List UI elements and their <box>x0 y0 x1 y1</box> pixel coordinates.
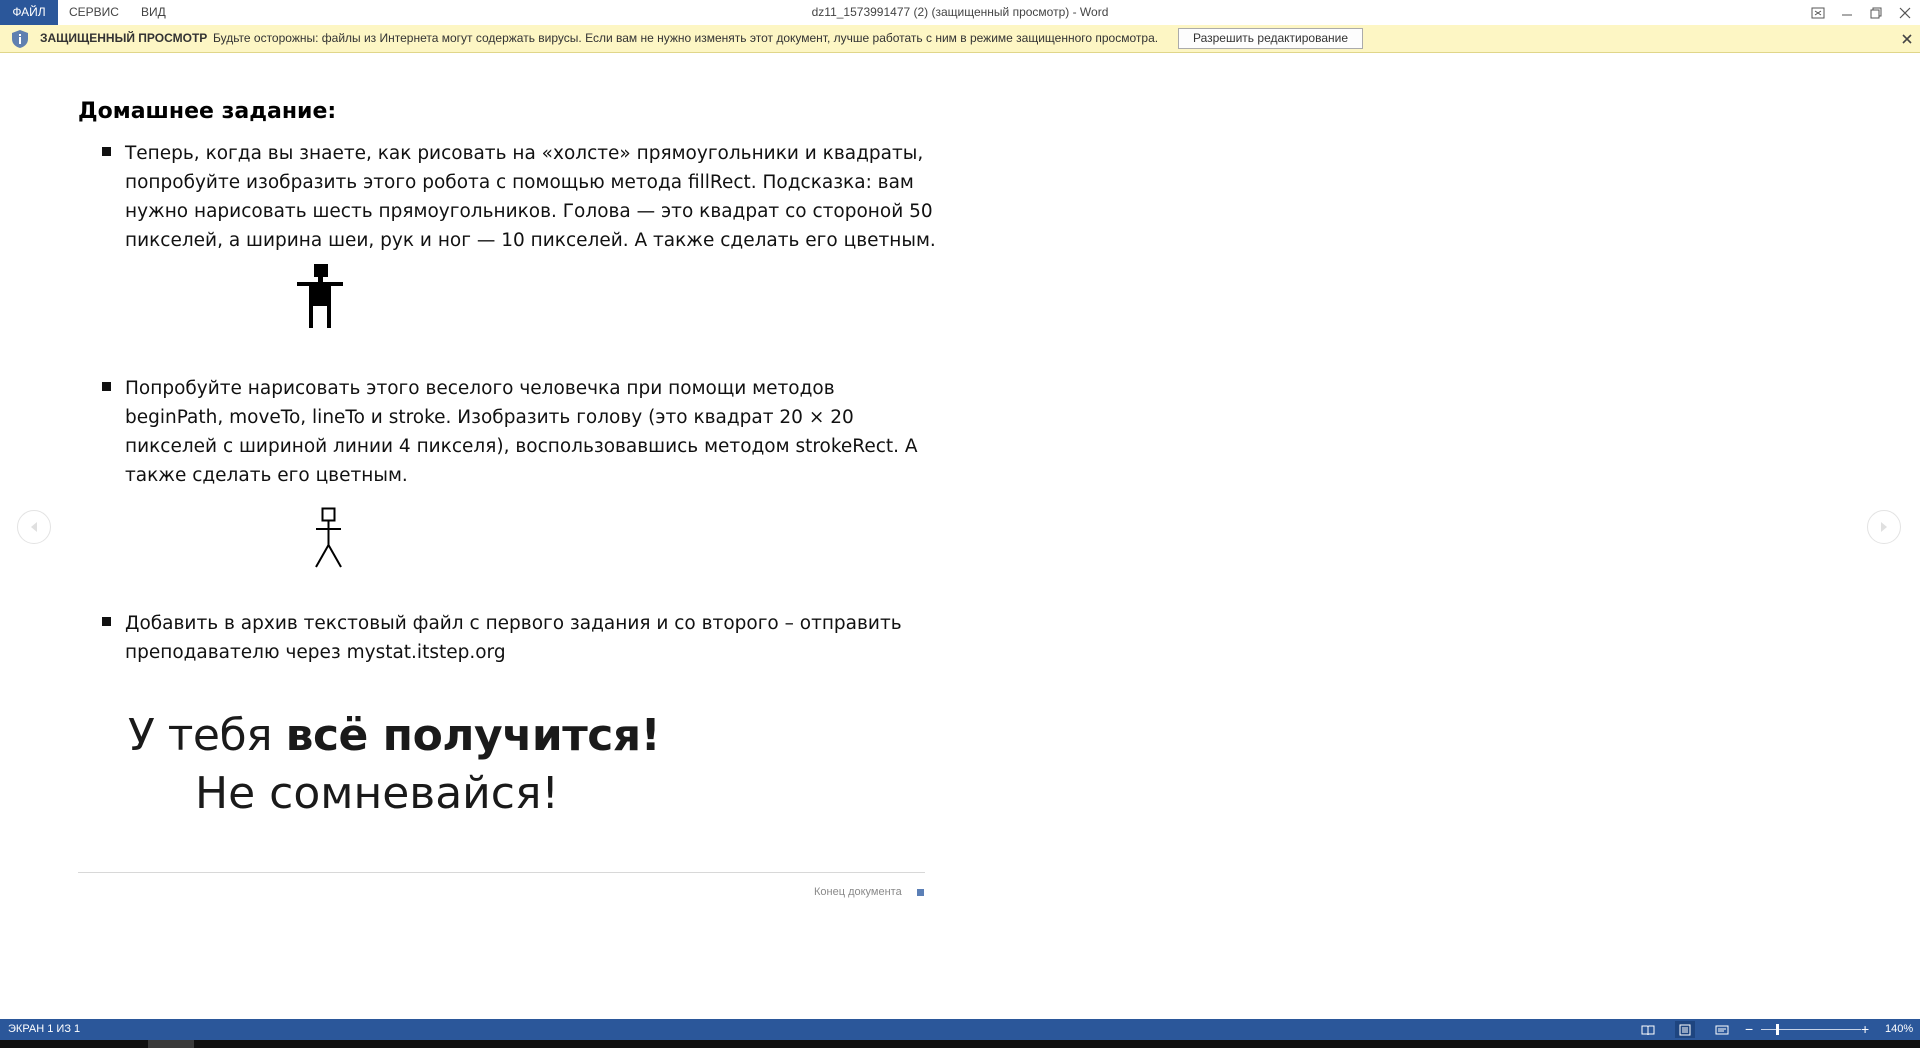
previous-page-button[interactable] <box>17 510 51 544</box>
close-bar-icon[interactable] <box>1898 30 1916 48</box>
page-indicator: ЭКРАН 1 ИЗ 1 <box>8 1023 81 1035</box>
end-of-document-label: Конец документа <box>814 886 902 898</box>
zoom-level[interactable]: 140% <box>1885 1019 1913 1040</box>
menu-file[interactable]: ФАЙЛ <box>0 0 58 25</box>
status-bar: ЭКРАН 1 ИЗ 1 − + 140% <box>0 1019 1920 1040</box>
restore-icon <box>1870 7 1882 18</box>
chevron-right-icon <box>1881 522 1887 532</box>
minimize-button[interactable] <box>1833 0 1861 25</box>
web-layout-button[interactable] <box>1712 1021 1732 1038</box>
end-marker-icon <box>917 889 924 896</box>
chevron-left-icon <box>31 522 37 532</box>
next-page-button[interactable] <box>1867 510 1901 544</box>
bullet-icon <box>102 617 111 626</box>
window-title: dz11_1573991477 (2) (защищенный просмотр… <box>811 5 1109 19</box>
end-divider <box>78 872 925 873</box>
motto-bold: всё получится! <box>285 710 661 761</box>
web-layout-icon <box>1715 1025 1729 1034</box>
bullet-icon <box>102 382 111 391</box>
minimize-icon <box>1842 14 1852 15</box>
text-line: пикселей с шириной линии 4 пикселя), вос… <box>125 436 918 457</box>
enable-editing-button[interactable]: Разрешить редактирование <box>1178 28 1363 49</box>
fullscreen-button[interactable] <box>1804 0 1832 25</box>
taskbar-active-item[interactable] <box>148 1040 194 1048</box>
book-icon <box>1641 1025 1655 1035</box>
close-icon <box>1899 7 1911 18</box>
robot-figure <box>297 264 343 328</box>
task-2-text: Попробуйте нарисовать этого веселого чел… <box>125 374 925 490</box>
protected-view-bar: ЗАЩИЩЕННЫЙ ПРОСМОТР Будьте осторожны: фа… <box>0 25 1920 53</box>
taskbar <box>0 1040 1920 1048</box>
bullet-icon <box>102 147 111 156</box>
motto-line-1: У тебя всё получится! <box>128 710 661 761</box>
text-line: попробуйте изобразить этого робота с пом… <box>125 172 914 193</box>
zoom-out-button[interactable]: − <box>1745 1019 1753 1040</box>
fullscreen-icon <box>1811 7 1825 18</box>
motto-prefix: У тебя <box>128 710 286 761</box>
zoom-slider-thumb[interactable] <box>1776 1024 1779 1035</box>
restore-button[interactable] <box>1862 0 1890 25</box>
print-layout-button[interactable] <box>1675 1021 1695 1038</box>
text-line: также сделать его цветным. <box>125 465 408 486</box>
task-1-text: Теперь, когда вы знаете, как рисовать на… <box>125 139 936 255</box>
protected-view-message: Будьте осторожны: файлы из Интернета мог… <box>213 31 1159 45</box>
task-3-text: Добавить в архив текстовый файл с первог… <box>125 609 925 667</box>
motto-line-2: Не сомневайся! <box>195 768 560 819</box>
document-area: Домашнее задание: Теперь, когда вы знает… <box>0 53 1920 1019</box>
stick-figure <box>315 507 342 568</box>
menu-tools[interactable]: СЕРВИС <box>58 0 130 25</box>
page-title: Домашнее задание: <box>78 99 337 124</box>
shield-info-icon <box>12 30 28 48</box>
protected-view-title: ЗАЩИЩЕННЫЙ ПРОСМОТР <box>40 31 208 45</box>
menu-view[interactable]: ВИД <box>130 0 177 25</box>
text-line: Попробуйте нарисовать этого веселого чел… <box>125 378 835 399</box>
text-line: beginPath, moveTo, lineTo и stroke. Изоб… <box>125 407 854 428</box>
page-icon <box>1679 1024 1691 1035</box>
text-line: пикселей, а ширина шеи, рук и ног — 10 п… <box>125 230 936 251</box>
read-mode-button[interactable] <box>1638 1021 1658 1038</box>
zoom-in-button[interactable]: + <box>1861 1019 1869 1040</box>
text-line: Теперь, когда вы знаете, как рисовать на… <box>125 143 924 164</box>
close-window-button[interactable] <box>1891 0 1919 25</box>
title-bar: ФАЙЛ СЕРВИС ВИД dz11_1573991477 (2) (защ… <box>0 0 1920 25</box>
text-line: Добавить в архив текстовый файл с первог… <box>125 613 902 634</box>
text-line: нужно нарисовать шесть прямоугольников. … <box>125 201 933 222</box>
text-line: преподавателю через mystat.itstep.org <box>125 642 506 663</box>
